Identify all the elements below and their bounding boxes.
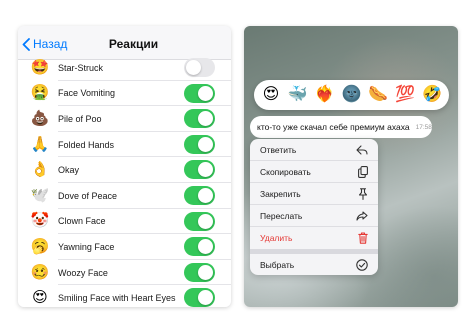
menu-item-forward[interactable]: Переслать (250, 205, 378, 227)
copy-icon (358, 165, 368, 178)
reaction-toggle[interactable] (184, 134, 215, 154)
rolling-laughing-reaction-icon[interactable]: 🤣 (421, 84, 443, 106)
reaction-toggle[interactable] (184, 237, 215, 257)
chat-context-panel: 😍 🐳 ❤️‍🔥 🌚 🌭 💯 🤣 кто-то уже скачал себе … (244, 26, 458, 307)
toggle-knob (198, 188, 213, 203)
folded-hands-emoji-icon: 🙏 (30, 135, 50, 153)
message-time: 17:58 (415, 123, 432, 131)
menu-item-reply[interactable]: Ответить (250, 139, 378, 161)
message-text: кто-то уже скачал себе премиум ахаха (257, 122, 410, 132)
list-item: 😍 Smiling Face with Heart Eyes (18, 285, 231, 307)
message-bubble[interactable]: кто-то уже скачал себе премиум ахаха 17:… (250, 116, 432, 138)
page-title: Реакции (108, 37, 159, 51)
menu-item-copy[interactable]: Скопировать (250, 161, 378, 183)
check-circle-icon (356, 259, 368, 271)
list-item: 🥴 Woozy Face (18, 260, 231, 286)
reaction-toggle[interactable] (184, 186, 215, 205)
toggle-knob (198, 239, 213, 255)
list-item: 🙏 Folded Hands (18, 132, 231, 158)
reply-icon (356, 144, 368, 155)
context-menu: Ответить Скопировать Закрепить Переслать… (250, 139, 378, 275)
list-item: 🤡 Clown Face (18, 209, 231, 235)
yawning-face-emoji-icon: 🥱 (30, 237, 50, 255)
hundred-points-reaction-icon[interactable]: 💯 (394, 84, 416, 106)
list-item: 🤩 Star-Struck (18, 55, 231, 81)
menu-item-pin[interactable]: Закрепить (250, 183, 378, 205)
heart-on-fire-reaction-icon[interactable]: ❤️‍🔥 (314, 84, 336, 106)
list-item: 👌 Okay (18, 157, 231, 183)
menu-item-label: Ответить (260, 144, 297, 155)
reaction-toggle[interactable] (184, 109, 215, 129)
menu-item-label: Выбрать (260, 260, 295, 270)
toggle-knob (198, 264, 213, 280)
pile-of-poo-emoji-icon: 💩 (30, 109, 50, 127)
list-item: 💩 Pile of Poo (18, 106, 231, 132)
whale-reaction-icon[interactable]: 🐳 (287, 84, 309, 106)
menu-item-delete[interactable]: Удалить (250, 227, 378, 249)
forward-icon (356, 210, 368, 221)
menu-item-label: Скопировать (260, 166, 311, 177)
reaction-toggle[interactable] (184, 288, 215, 307)
toggle-knob (198, 162, 213, 178)
new-moon-face-reaction-icon[interactable]: 🌚 (340, 84, 362, 106)
reactions-settings-panel: Назад Реакции 🤩 Star-Struck 🤮 Face Vomit… (18, 26, 231, 307)
toggle-knob (198, 290, 213, 306)
reaction-bar: 😍 🐳 ❤️‍🔥 🌚 🌭 💯 🤣 (254, 80, 449, 110)
reaction-toggle[interactable] (184, 83, 215, 103)
menu-item-label: Закрепить (260, 188, 301, 199)
dove-emoji-icon: 🕊️ (30, 186, 50, 204)
okay-hand-emoji-icon: 👌 (30, 161, 50, 179)
reaction-toggle[interactable] (184, 211, 215, 231)
reaction-toggle[interactable] (184, 262, 215, 282)
reactions-list: 🤩 Star-Struck 🤮 Face Vomiting 💩 Pile of … (18, 58, 231, 307)
reaction-toggle[interactable] (184, 160, 215, 180)
menu-item-label: Удалить (260, 233, 293, 243)
reaction-toggle[interactable] (184, 58, 215, 77)
menu-item-select[interactable]: Выбрать (250, 254, 378, 275)
star-struck-emoji-icon: 🤩 (30, 58, 50, 76)
hot-dog-reaction-icon[interactable]: 🌭 (367, 84, 389, 106)
list-item: 🤮 Face Vomiting (18, 81, 231, 107)
face-vomiting-emoji-icon: 🤮 (30, 84, 50, 102)
trash-icon (358, 232, 368, 244)
toggle-knob (198, 213, 213, 229)
list-item: 🥱 Yawning Face (18, 234, 231, 260)
clown-face-emoji-icon: 🤡 (30, 212, 50, 230)
toggle-knob (198, 111, 213, 127)
list-item: 🕊️ Dove of Peace (18, 183, 231, 209)
menu-item-label: Переслать (260, 210, 303, 221)
toggle-knob (186, 60, 201, 75)
woozy-face-emoji-icon: 🥴 (30, 263, 50, 281)
toggle-knob (198, 85, 213, 101)
toggle-knob (198, 136, 213, 152)
heart-eyes-reaction-icon[interactable]: 😍 (260, 84, 282, 106)
pin-icon (358, 187, 368, 200)
heart-eyes-emoji-icon: 😍 (32, 289, 48, 307)
